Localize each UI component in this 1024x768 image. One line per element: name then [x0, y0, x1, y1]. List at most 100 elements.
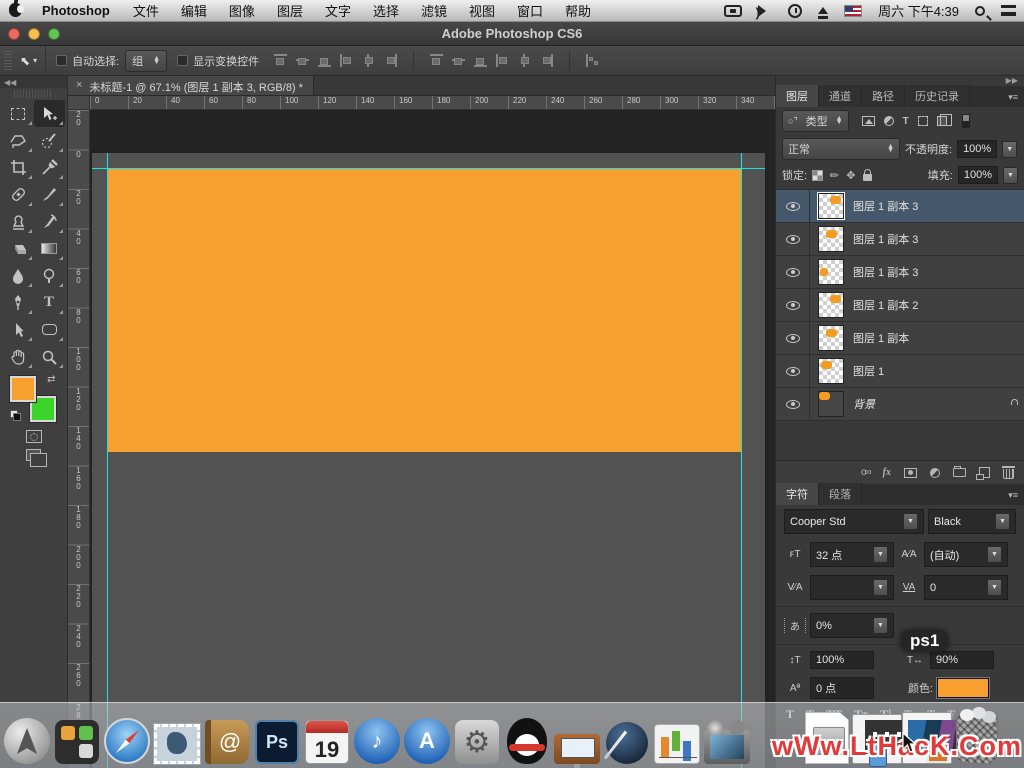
layer-style-fx-icon[interactable]: fx [883, 467, 891, 478]
auto-select-checkbox[interactable] [56, 55, 67, 66]
filter-pixel-layers-icon[interactable] [862, 116, 875, 126]
document-canvas[interactable] [92, 153, 765, 768]
visibility-cell[interactable] [776, 223, 810, 255]
layer-row[interactable]: 图层 1 副本 [776, 322, 1024, 355]
layer-thumbnail[interactable] [818, 193, 844, 219]
horizontal-scale-value[interactable]: 90% [930, 651, 994, 669]
menu-item[interactable]: 视图 [458, 1, 506, 20]
dodge-tool[interactable] [34, 262, 65, 289]
show-transform-checkbox[interactable] [177, 55, 188, 66]
blend-mode-dropdown[interactable]: 正常 ▲▼ [782, 138, 900, 160]
layer-row[interactable]: 背景 [776, 388, 1024, 421]
panel-tab[interactable]: 图层 [776, 85, 819, 107]
dock-item[interactable] [152, 712, 202, 764]
visibility-cell[interactable] [776, 289, 810, 321]
canvas-viewport[interactable] [90, 110, 775, 768]
layer-thumbnail[interactable] [818, 292, 844, 318]
lock-pixels-icon[interactable]: ✎ [827, 167, 843, 183]
tool-preset-picker[interactable]: ⬉ ▾ [16, 46, 46, 75]
auto-align-layers-button[interactable] [585, 53, 600, 68]
layer-name[interactable]: 图层 1 副本 3 [853, 198, 1024, 214]
eraser-tool[interactable] [3, 235, 34, 262]
toolbox-grip[interactable] [14, 90, 53, 98]
zoom-window-button[interactable] [48, 28, 60, 40]
layer-name[interactable]: 图层 1 副本 2 [853, 297, 1024, 313]
brush-tool[interactable] [34, 181, 65, 208]
screen-mode-button[interactable] [26, 449, 41, 461]
document-tab[interactable]: × 未标题-1 @ 67.1% (图层 1 副本 3, RGB/8) * [68, 76, 314, 95]
tsume-dropdown[interactable]: 0% ▼ [810, 613, 894, 638]
layer-thumbnail[interactable] [818, 259, 844, 285]
font-style-dropdown[interactable]: Black ▼ [928, 509, 1016, 534]
panel-tab[interactable]: 历史记录 [905, 85, 970, 107]
guide-vertical-right[interactable] [741, 153, 742, 768]
crop-tool[interactable] [3, 154, 34, 181]
link-layers-icon[interactable]: ο∞ [861, 467, 870, 478]
menu-photoshop[interactable]: Photoshop [30, 3, 122, 18]
visibility-cell[interactable] [776, 190, 810, 222]
panel-menu-icon[interactable]: ▾≡ [1002, 486, 1024, 505]
add-layer-mask-icon[interactable] [904, 468, 917, 478]
opacity-dropdown-button[interactable]: ▼ [1002, 141, 1017, 158]
close-tab-icon[interactable]: × [76, 79, 82, 95]
visibility-cell[interactable] [776, 322, 810, 354]
baseline-shift-value[interactable]: 0 点 [810, 677, 874, 699]
font-family-dropdown[interactable]: Cooper Std ▼ [784, 509, 924, 534]
toolbox-collapse-button[interactable]: ◀◀ [0, 76, 67, 88]
layer-row[interactable]: 图层 1 副本 2 [776, 289, 1024, 322]
quick-selection-tool[interactable] [34, 127, 65, 154]
lock-all-icon[interactable] [863, 174, 872, 181]
align-left-edges-button[interactable] [339, 53, 354, 68]
text-color-swatch[interactable] [937, 678, 989, 698]
quick-mask-button[interactable] [26, 430, 42, 443]
visibility-cell[interactable] [776, 355, 810, 387]
new-layer-icon[interactable] [979, 467, 990, 478]
menu-clock[interactable]: 周六 下午4:39 [878, 1, 959, 20]
zoom-tool[interactable] [34, 343, 65, 370]
rectangular-marquee-tool[interactable] [3, 100, 34, 127]
guide-horizontal-top[interactable] [92, 168, 765, 169]
clone-stamp-tool[interactable] [3, 208, 34, 235]
minimize-window-button[interactable] [28, 28, 40, 40]
filter-type-layers-icon[interactable]: T [903, 116, 909, 127]
notification-list-icon[interactable] [1001, 5, 1016, 16]
dock-item[interactable]: @ [202, 712, 252, 764]
spotlight-search-icon[interactable] [975, 6, 985, 16]
time-machine-icon[interactable] [788, 4, 802, 18]
swap-colors-icon[interactable]: ⇄ [47, 374, 55, 385]
type-tool[interactable]: T [34, 289, 65, 316]
dock-item[interactable] [702, 712, 752, 764]
menu-item[interactable]: 文件 [122, 1, 170, 20]
font-size-dropdown[interactable]: 32 点 ▼ [810, 542, 894, 567]
panel-tab[interactable]: 段落 [819, 483, 862, 505]
guide-vertical-left[interactable] [107, 153, 108, 768]
distribute-top-edges-button[interactable] [429, 53, 444, 68]
new-group-icon[interactable] [953, 468, 966, 477]
dock-item[interactable]: Ps [252, 712, 302, 764]
eyedropper-tool[interactable] [34, 154, 65, 181]
dock-item[interactable]: ⚙ [452, 712, 502, 764]
input-language-flag-icon[interactable] [844, 5, 862, 17]
display-mirroring-icon[interactable] [724, 5, 742, 17]
layer-row[interactable]: 图层 1 副本 3 [776, 190, 1024, 223]
lock-transparency-icon[interactable] [812, 170, 823, 181]
align-horizontal-centers-button[interactable] [361, 53, 376, 68]
leading-dropdown[interactable]: (自动) ▼ [924, 542, 1008, 567]
distribute-left-edges-button[interactable] [495, 53, 510, 68]
move-tool[interactable] [34, 100, 65, 127]
menu-item[interactable]: 编辑 [170, 1, 218, 20]
new-adjustment-layer-icon[interactable] [930, 468, 940, 478]
dock-item[interactable] [502, 712, 552, 764]
layer-thumbnail[interactable] [818, 325, 844, 351]
filter-toggle-switch[interactable] [962, 114, 970, 128]
panel-tab[interactable]: 字符 [776, 483, 819, 505]
polygonal-lasso-tool[interactable] [3, 127, 34, 154]
dock-item[interactable] [552, 712, 602, 764]
dock-item[interactable]: 19 [302, 712, 352, 764]
window-title-bar[interactable]: Adobe Photoshop CS6 [0, 22, 1024, 46]
distribute-right-edges-button[interactable] [539, 53, 554, 68]
rounded-rectangle-tool[interactable] [34, 316, 65, 343]
dock-item[interactable] [2, 712, 52, 764]
opacity-value[interactable]: 100% [957, 140, 997, 158]
fill-dropdown-button[interactable]: ▼ [1003, 167, 1018, 184]
